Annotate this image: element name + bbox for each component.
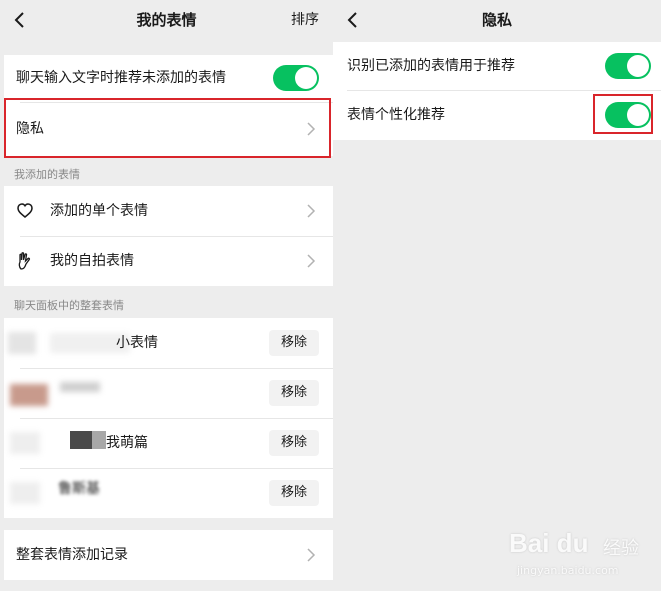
privacy-highlight-box xyxy=(4,98,331,158)
recommend-unadded-toggle[interactable] xyxy=(273,65,319,91)
identify-added-toggle[interactable] xyxy=(605,53,651,79)
remove-button[interactable]: 移除 xyxy=(269,330,319,356)
divider xyxy=(20,368,333,369)
baidu-jingyan-watermark: Bai du 经验 jingyan.baidu.com xyxy=(509,520,649,584)
top-navbar: 我的表情 排序 xyxy=(0,0,333,40)
section-header-added: 我添加的表情 xyxy=(14,168,80,181)
my-selfie-label: 我的自拍表情 xyxy=(50,253,134,269)
heart-icon xyxy=(17,203,33,218)
sticker-set-name: 小表情 xyxy=(116,335,158,351)
identify-added-label: 识别已添加的表情用于推荐 xyxy=(347,58,515,74)
sticker-set-name: 我萌篇 xyxy=(106,435,148,451)
personalized-label: 表情个性化推荐 xyxy=(347,107,445,123)
divider xyxy=(20,468,333,469)
watermark-jingyan: 经验 xyxy=(603,538,639,559)
top-navbar: 隐私 xyxy=(333,0,661,40)
sticker-icon-thumbnail xyxy=(70,431,92,449)
divider xyxy=(20,236,333,237)
sticker-set-row: 移除 xyxy=(4,368,333,418)
sticker-icon-thumbnail xyxy=(92,431,106,449)
sticker-thumbnail xyxy=(10,432,40,454)
blurred-name xyxy=(60,382,100,392)
privacy-screen: 隐私 识别已添加的表情用于推荐 表情个性化推荐 Bai du 经验 jingya… xyxy=(333,0,661,591)
page-title: 我的表情 xyxy=(136,11,197,29)
add-history-row[interactable]: 整套表情添加记录 xyxy=(4,530,333,580)
watermark-brand: Bai du xyxy=(509,528,589,558)
sticker-set-name: 鲁斯基 xyxy=(58,481,100,497)
sticker-set-row: 小表情 移除 xyxy=(4,318,333,368)
divider xyxy=(347,90,661,91)
recommend-unadded-label: 聊天输入文字时推荐未添加的表情 xyxy=(16,70,226,86)
chevron-right-icon xyxy=(307,204,316,218)
sticker-set-row: 鲁斯基 移除 xyxy=(4,468,333,518)
emoji-settings-screen: 我的表情 排序 聊天输入文字时推荐未添加的表情 隐私 我添加的表情 添加的单个表… xyxy=(0,0,333,591)
section-header-sets: 聊天面板中的整套表情 xyxy=(14,299,124,312)
toggle-knob xyxy=(295,67,317,89)
add-history-label: 整套表情添加记录 xyxy=(16,547,128,563)
added-single-label: 添加的单个表情 xyxy=(50,203,148,219)
sticker-thumbnail xyxy=(10,384,48,406)
page-title: 隐私 xyxy=(481,11,512,29)
toggle-knob xyxy=(627,55,649,77)
toggle-highlight-box xyxy=(593,94,653,134)
sticker-thumbnail xyxy=(10,482,40,504)
watermark-url: jingyan.baidu.com xyxy=(517,564,619,577)
sort-button[interactable]: 排序 xyxy=(291,10,319,30)
my-selfie-row[interactable]: 我的自拍表情 xyxy=(4,236,333,286)
remove-button[interactable]: 移除 xyxy=(269,380,319,406)
chevron-right-icon xyxy=(307,254,316,268)
remove-button[interactable]: 移除 xyxy=(269,430,319,456)
recommend-unadded-row: 聊天输入文字时推荐未添加的表情 xyxy=(4,55,333,102)
remove-button[interactable]: 移除 xyxy=(269,480,319,506)
chevron-right-icon xyxy=(307,548,316,562)
sticker-set-row: 我萌篇 移除 xyxy=(4,418,333,468)
divider xyxy=(20,418,333,419)
sticker-thumbnail xyxy=(8,332,36,354)
identify-added-row: 识别已添加的表情用于推荐 xyxy=(333,42,661,90)
hand-gesture-icon xyxy=(18,252,31,270)
added-single-row[interactable]: 添加的单个表情 xyxy=(4,186,333,236)
